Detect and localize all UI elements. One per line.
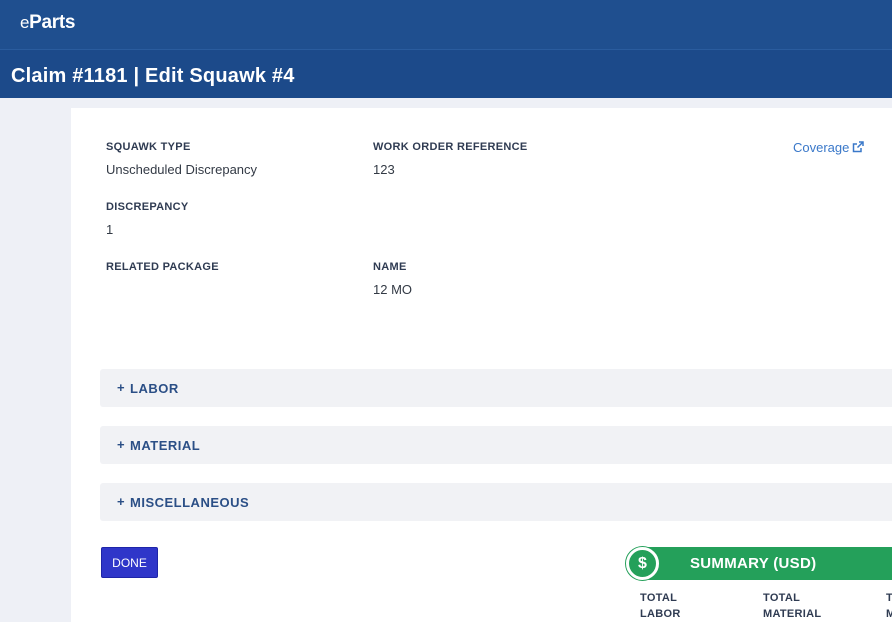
squawk-type-label: SQUAWK TYPE [106,141,191,153]
material-section-label: MATERIAL [130,438,201,453]
discrepancy-value: 1 [106,222,114,237]
eparts-logo[interactable]: eParts [20,12,75,34]
total-material-header: TOTAL MATERIAL [763,592,822,620]
squawk-detail-card: SQUAWK TYPE Unscheduled Discrepancy WORK… [71,108,892,622]
expand-plus-icon: + [117,437,125,452]
miscellaneous-section-label: MISCELLANEOUS [130,495,250,510]
summary-title: SUMMARY (USD) [690,555,817,572]
discrepancy-label: DISCREPANCY [106,201,189,213]
external-link-icon [853,141,865,153]
expand-plus-icon: + [117,494,125,509]
summary-header: SUMMARY (USD) [642,547,892,580]
material-section-toggle[interactable]: + MATERIAL [100,426,892,464]
page-title: Claim #1181 | Edit Squawk #4 [11,65,295,87]
done-button[interactable]: DONE [101,547,158,578]
title-bar: Claim #1181 | Edit Squawk #4 [0,49,892,98]
top-navigation-bar: eParts [0,0,892,49]
name-label: NAME [373,261,407,273]
dollar-icon: $ [626,547,659,580]
miscellaneous-section-toggle[interactable]: + MISCELLANEOUS [100,483,892,521]
related-package-label: RELATED PACKAGE [106,261,219,273]
expand-plus-icon: + [117,380,125,395]
work-order-reference-label: WORK ORDER REFERENCE [373,141,528,153]
left-rail [0,98,71,622]
total-misc-header: T M [886,592,892,620]
labor-section-label: LABOR [130,381,179,396]
work-order-reference-value: 123 [373,162,395,177]
coverage-link[interactable]: Coverage [793,140,865,155]
name-value: 12 MO [373,282,413,297]
squawk-type-value: Unscheduled Discrepancy [106,162,258,177]
total-labor-header: TOTAL LABOR [640,592,681,620]
labor-section-toggle[interactable]: + LABOR [100,369,892,407]
